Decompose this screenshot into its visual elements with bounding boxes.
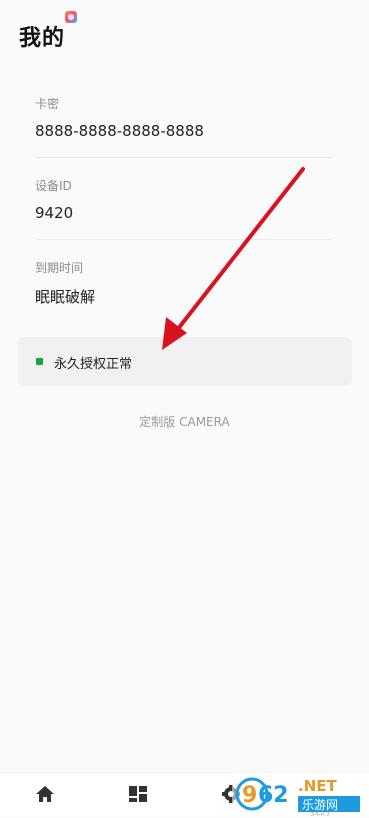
divider (35, 157, 333, 158)
edition-label: 定制版 CAMERA (139, 415, 230, 429)
expiry-row: 到期时间 眠眠破解 (35, 259, 333, 307)
card-key-row: 卡密 8888-8888-8888-8888 (35, 95, 333, 140)
card-key-value: 8888-8888-8888-8888 (35, 122, 204, 140)
nav-dashboard[interactable] (108, 773, 168, 817)
dashboard-icon (129, 786, 147, 802)
home-icon (36, 786, 54, 802)
license-status-card: 永久授权正常 (18, 337, 352, 386)
device-id-value: 9420 (35, 204, 74, 222)
expiry-value: 眠眠破解 (35, 288, 96, 306)
page-title: 我的 (19, 26, 66, 51)
nav-profile[interactable]: 我的 (290, 773, 350, 818)
app-logo-icon (65, 11, 77, 23)
nav-settings[interactable] (201, 773, 261, 817)
card-key-label: 卡密 (35, 97, 60, 111)
device-id-row: 设备ID 9420 (35, 177, 333, 222)
license-status-text: 永久授权正常 (54, 357, 133, 372)
expiry-label: 到期时间 (35, 261, 84, 275)
nav-home[interactable] (15, 773, 75, 817)
settings-icon (222, 785, 240, 803)
status-indicator-icon (36, 358, 43, 365)
divider (35, 239, 333, 240)
bottom-nav: 我的 (0, 772, 369, 818)
device-id-label: 设备ID (35, 179, 72, 193)
